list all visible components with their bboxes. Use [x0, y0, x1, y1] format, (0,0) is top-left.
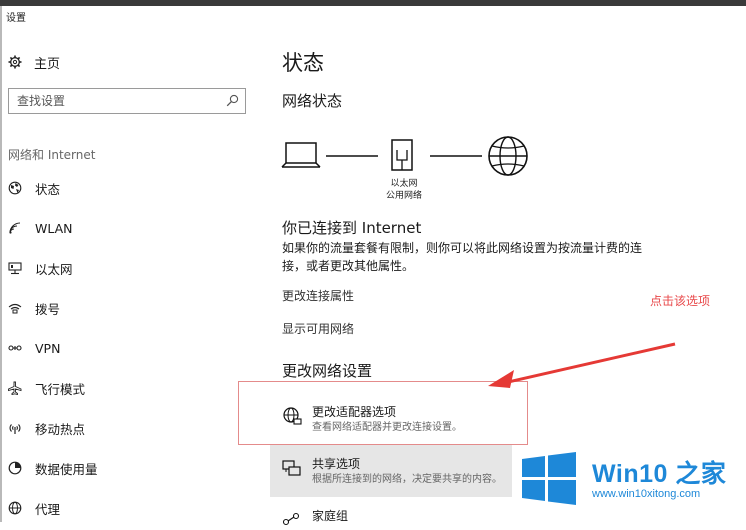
sidebar-item-label: VPN — [35, 340, 61, 356]
search-input[interactable] — [17, 92, 217, 110]
sidebar-item-dialup[interactable]: 拨号 — [8, 298, 60, 318]
adapter-icon — [283, 407, 302, 425]
dialup-icon — [8, 303, 22, 314]
sharing-options-item[interactable]: 共享选项 根据所连接到的网络，决定要共享的内容。 — [282, 456, 502, 487]
sidebar-item-proxy[interactable]: 代理 — [8, 498, 60, 518]
search-box[interactable] — [8, 88, 246, 114]
sidebar-item-label: 代理 — [35, 501, 61, 517]
page-title: 状态 — [282, 51, 324, 75]
vpn-icon — [8, 345, 22, 351]
computer-icon — [281, 142, 321, 168]
show-available-networks-link[interactable]: 显示可用网络 — [282, 320, 354, 337]
window-left-edge — [0, 6, 2, 522]
sidebar-item-ethernet[interactable]: 以太网 — [8, 258, 73, 278]
sidebar-item-label: WLAN — [35, 220, 73, 236]
internet-globe-icon — [488, 136, 528, 176]
ethernet-icon — [8, 262, 22, 275]
sidebar-item-hotspot[interactable]: 移动热点 — [8, 418, 85, 438]
option-title: 更改适配器选项 — [312, 405, 397, 419]
sidebar-item-wlan[interactable]: WLAN — [8, 218, 73, 238]
sidebar-item-label: 飞行模式 — [35, 381, 86, 397]
proxy-globe-icon — [8, 501, 22, 515]
gear-icon — [8, 55, 22, 69]
sidebar-item-data-usage[interactable]: 数据使用量 — [8, 458, 98, 478]
annotation-arrow — [488, 342, 676, 388]
wifi-icon — [9, 222, 21, 234]
airplane-icon — [8, 381, 22, 395]
sidebar-item-label: 以太网 — [35, 261, 73, 277]
sidebar-home-label: 主页 — [34, 56, 61, 72]
option-title: 共享选项 — [312, 457, 361, 471]
annotation-text: 点击该选项 — [650, 294, 711, 308]
watermark-title: Win10 之家 — [592, 460, 727, 488]
data-usage-icon — [8, 461, 22, 475]
sidebar-item-label: 数据使用量 — [35, 461, 98, 477]
ethernet-adapter-icon — [391, 139, 413, 171]
sidebar-item-status[interactable]: 状态 — [8, 178, 60, 198]
sidebar-item-label: 移动热点 — [35, 421, 86, 437]
window-title: 设置 — [6, 13, 26, 24]
sidebar-item-label: 状态 — [35, 181, 61, 197]
network-profile-label: 公用网络 — [385, 191, 422, 201]
adapter-options-item[interactable]: 更改适配器选项 查看网络适配器并更改连接设置。 — [282, 404, 462, 435]
sidebar-section-label: 网络和 Internet — [8, 148, 96, 162]
change-connection-properties-link[interactable]: 更改连接属性 — [282, 287, 354, 304]
sidebar-item-label: 拨号 — [35, 301, 61, 317]
sharing-icon — [282, 460, 301, 476]
window-top-bar — [0, 0, 746, 6]
homegroup-item[interactable]: 家庭组 — [282, 508, 348, 530]
globe-icon — [8, 181, 22, 195]
sidebar-home[interactable]: 主页 — [8, 52, 60, 72]
homegroup-icon — [282, 512, 300, 526]
hotspot-icon — [9, 424, 21, 434]
option-description: 根据所连接到的网络，决定要共享的内容。 — [312, 474, 502, 485]
windows-logo-icon — [522, 452, 576, 505]
adapter-label: 以太网 — [390, 179, 418, 189]
search-icon[interactable] — [226, 94, 239, 107]
change-settings-heading: 更改网络设置 — [282, 362, 373, 380]
option-description: 查看网络适配器并更改连接设置。 — [312, 422, 462, 433]
watermark: Win10 之家 www.win10xitong.com — [512, 446, 746, 516]
metered-description: 如果你的流量套餐有限制，则你可以将此网络设置为按流量计费的连接，或者更改其他属性… — [282, 241, 643, 273]
network-status-heading: 网络状态 — [282, 92, 343, 110]
sidebar-item-airplane[interactable]: 飞行模式 — [8, 378, 85, 398]
connected-heading: 你已连接到 Internet — [282, 219, 422, 237]
adapter-caption: 以太网 公用网络 — [372, 178, 436, 202]
watermark-url: www.win10xitong.com — [592, 488, 701, 500]
sidebar-item-vpn[interactable]: VPN — [8, 338, 60, 358]
